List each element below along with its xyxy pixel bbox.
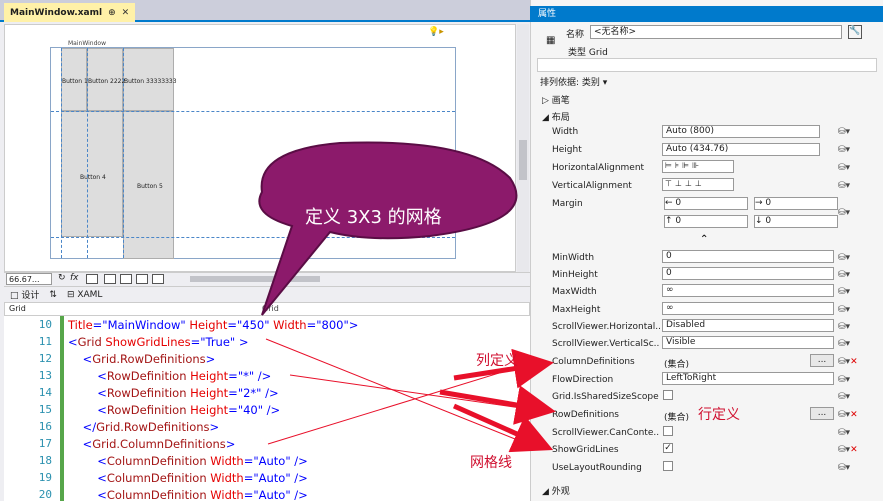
annotation-column: 列定义 xyxy=(476,353,518,369)
annotation-row: 行定义 xyxy=(698,407,740,423)
annotation-overlay xyxy=(258,141,556,453)
arrow-line xyxy=(289,374,536,411)
annotation-gridlines: 网格线 xyxy=(470,455,512,471)
speech-bubble-text: 定义 3X3 的网格 xyxy=(305,207,442,228)
annotation-arrow xyxy=(452,403,554,453)
